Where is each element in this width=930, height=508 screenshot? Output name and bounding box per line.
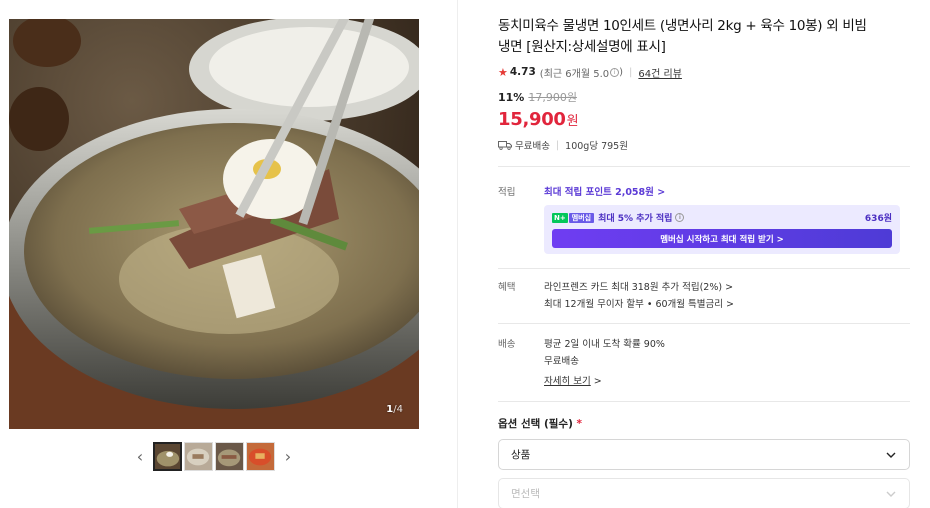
sale-price-row: 15,900 원 [498, 109, 910, 130]
delivery-detail-row: 자세히 보기 > [544, 373, 910, 390]
divider-bar: | [629, 66, 633, 78]
chevron-down-icon [886, 491, 896, 497]
thumb-next-arrow-icon[interactable]: › [277, 442, 299, 470]
product-select[interactable]: 상품 [498, 439, 910, 470]
points-section: 적립 최대 적립 포인트 2,058원 > N+ 멤버십 최대 5% 추가 적립… [498, 184, 910, 254]
delivery-probability: 평균 2일 이내 도착 확률 90% [544, 339, 665, 350]
member-amount: 636원 [864, 214, 892, 224]
benefits-section: 혜택 라인프렌즈 카드 최대 318원 추가 적립(2%) > 최대 12개월 … [498, 279, 910, 313]
truck-icon [498, 141, 512, 150]
thumb-prev-arrow-icon[interactable]: ‹ [129, 442, 151, 470]
photo-counter: 1/4 [386, 404, 403, 415]
thumbnail-1[interactable] [153, 441, 182, 471]
option-section: 옵션 선택 (필수) * 상품 면선택 [498, 416, 910, 508]
thumbnail-4[interactable] [246, 441, 275, 471]
thumbnail-strip: ‹ › [0, 440, 428, 472]
thumbnail-3[interactable] [215, 441, 244, 471]
chevron-down-icon [886, 452, 896, 458]
discount-row: 11% 17,900원 [498, 89, 910, 105]
membership-start-button[interactable]: 멤버십 시작하고 최대 적립 받기 > [552, 229, 892, 248]
unit-price: 100g당 795원 [565, 141, 628, 152]
product-title: 동치미육수 물냉면 10인세트 (냉면사리 2kg + 육수 10봉) 외 비빔… [498, 18, 867, 55]
naengmyeon-photo [9, 19, 419, 429]
rating-score: 4.73 [509, 66, 536, 78]
info-icon[interactable]: i [610, 67, 620, 77]
rating-detail-end: ) [619, 66, 624, 78]
points-label: 적립 [498, 187, 516, 198]
rating-detail: (최근 6개월 5.0 [539, 68, 610, 80]
sale-currency: 원 [566, 114, 579, 129]
noodle-select[interactable]: 면선택 [498, 478, 910, 508]
card-benefit-link[interactable]: 라인프렌즈 카드 최대 318원 추가 적립(2%) > [544, 279, 910, 296]
photo-counter-total: /4 [393, 404, 403, 415]
option-title-row: 옵션 선택 (필수) * [498, 416, 910, 431]
info-icon[interactable]: i [675, 213, 685, 222]
chevron-right-icon: > [593, 376, 602, 387]
delivery-fee: 무료배송 [544, 356, 579, 367]
product-gallery: 1/4 ‹ › [0, 0, 458, 508]
delivery-detail-link[interactable]: 자세히 보기 [544, 376, 591, 387]
review-link[interactable]: 64건 리뷰 [638, 65, 682, 80]
delivery-label: 배송 [498, 339, 516, 350]
shipping-row: 무료배송 | 100g당 795원 [498, 138, 910, 152]
star-icon: ★ [498, 65, 508, 79]
product-select-value: 상품 [511, 449, 531, 461]
required-mark: * [576, 418, 583, 430]
section-divider [498, 268, 910, 269]
main-product-photo[interactable]: 1/4 [9, 19, 419, 429]
original-price: 17,900원 [528, 91, 577, 104]
delivery-section: 배송 평균 2일 이내 도착 확률 90% 무료배송 자세히 보기 > [498, 336, 910, 390]
discount-rate: 11% [498, 90, 525, 104]
sale-price: 15,900 [498, 109, 566, 130]
membership-badge: 멤버십 [568, 212, 595, 223]
noodle-select-value: 면선택 [511, 488, 540, 500]
thumbnail-2[interactable] [184, 441, 213, 471]
section-divider [498, 166, 910, 167]
membership-box: N+ 멤버십 최대 5% 추가 적립 i 636원 멤버십 시작하고 최대 적립… [544, 205, 900, 254]
member-extra-text: 최대 5% 추가 적립 [598, 214, 673, 224]
max-points-link[interactable]: 최대 적립 포인트 2,058원 > [544, 184, 910, 198]
section-divider [498, 401, 910, 402]
option-title: 옵션 선택 (필수) [498, 418, 573, 430]
product-info: 동치미육수 물냉면 10인세트 (냉면사리 2kg + 육수 10봉) 외 비빔… [498, 16, 910, 508]
installment-benefit-link[interactable]: 최대 12개월 무이자 할부 • 60개월 특별금리 > [544, 296, 910, 313]
naver-plus-badge: N+ [552, 212, 568, 223]
shipping-text: 무료배송 [515, 141, 550, 152]
section-divider [498, 323, 910, 324]
divider-bar: | [555, 139, 560, 151]
rating-row: ★ 4.73 (최근 6개월 5.0 i ) | 64건 리뷰 [498, 64, 910, 80]
benefits-label: 혜택 [498, 282, 516, 293]
